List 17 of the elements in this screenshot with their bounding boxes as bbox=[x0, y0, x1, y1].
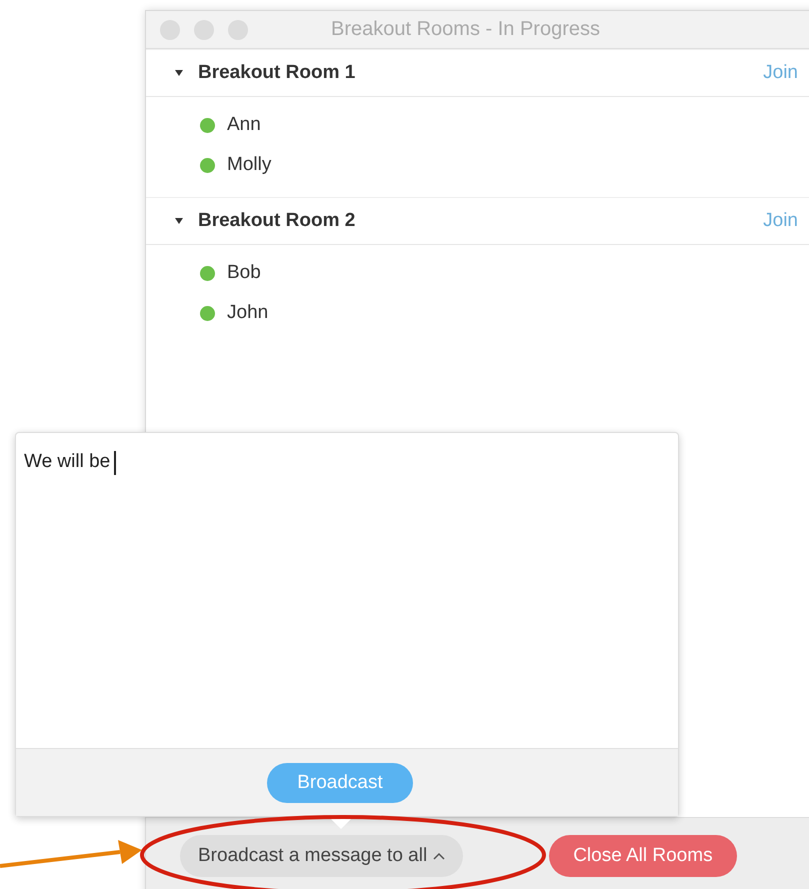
close-all-rooms-button[interactable]: Close All Rooms bbox=[549, 835, 737, 877]
participant-name: Molly bbox=[227, 154, 272, 176]
join-link[interactable]: Join bbox=[763, 62, 798, 84]
broadcast-button[interactable]: Broadcast bbox=[267, 762, 413, 802]
participant-name: Ann bbox=[227, 114, 261, 136]
chevron-icon bbox=[433, 852, 446, 860]
collapse-triangle-icon[interactable] bbox=[174, 69, 184, 77]
join-link[interactable]: Join bbox=[763, 210, 798, 232]
broadcast-menu-button[interactable]: Broadcast a message to all bbox=[180, 835, 464, 877]
room-name: Breakout Room 1 bbox=[198, 62, 356, 84]
participant-name: Bob bbox=[227, 262, 261, 284]
collapse-triangle-icon[interactable] bbox=[174, 217, 184, 225]
room-name: Breakout Room 2 bbox=[198, 210, 356, 232]
participant-name: John bbox=[227, 302, 268, 324]
message-field[interactable]: We will be bbox=[16, 433, 678, 748]
text-cursor bbox=[114, 451, 116, 475]
window-title: Breakout Rooms - In Progress bbox=[331, 18, 600, 41]
